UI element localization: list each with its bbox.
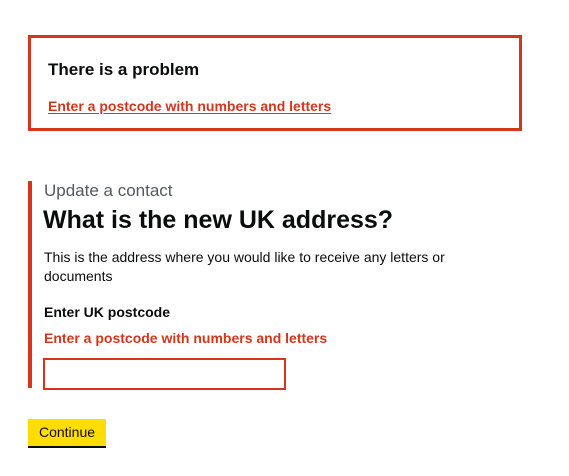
postcode-error-message: Enter a postcode with numbers and letter… [44, 330, 328, 346]
form-error-border [28, 181, 32, 388]
postcode-label: Enter UK postcode [44, 304, 171, 320]
error-summary-title: There is a problem [48, 60, 200, 79]
page-title: What is the new UK address? [43, 206, 394, 234]
page-caption: Update a contact [44, 181, 173, 200]
error-summary: There is a problem Enter a postcode with… [28, 35, 522, 131]
postcode-input[interactable] [43, 358, 286, 390]
postcode-error-link[interactable]: Enter a postcode with numbers and letter… [48, 97, 331, 115]
continue-button[interactable]: Continue [28, 419, 106, 446]
page-hint: This is the address where you would like… [44, 249, 445, 284]
